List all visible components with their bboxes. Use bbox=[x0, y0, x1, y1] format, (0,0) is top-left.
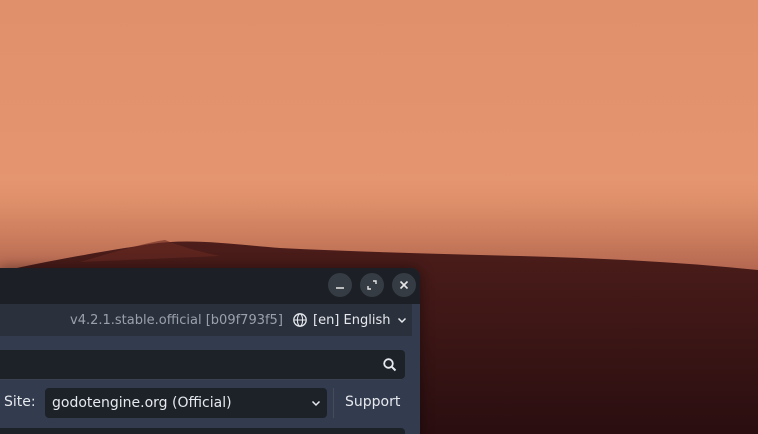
results-area bbox=[0, 428, 405, 434]
maximize-button[interactable] bbox=[360, 273, 384, 297]
window-content: v4.2.1.stable.official [b09f793f5] [en] … bbox=[0, 304, 420, 434]
window-titlebar[interactable] bbox=[0, 268, 420, 304]
desktop-wallpaper: v4.2.1.stable.official [b09f793f5] [en] … bbox=[0, 0, 758, 434]
search-input[interactable] bbox=[0, 350, 370, 380]
toolbar-separator bbox=[333, 388, 334, 418]
support-button[interactable]: Support bbox=[345, 394, 400, 410]
language-label: [en] English bbox=[313, 312, 391, 328]
minimize-button[interactable] bbox=[328, 273, 352, 297]
top-bar: v4.2.1.stable.official [b09f793f5] [en] … bbox=[0, 304, 412, 336]
minimize-icon bbox=[336, 287, 344, 289]
chevron-down-icon bbox=[311, 400, 321, 407]
site-label: Site: bbox=[4, 394, 36, 410]
language-selector[interactable]: [en] English bbox=[292, 308, 408, 332]
site-dropdown[interactable]: godotengine.org (Official) bbox=[45, 388, 327, 418]
close-button[interactable] bbox=[392, 273, 416, 297]
search-field[interactable] bbox=[0, 350, 405, 380]
maximize-icon bbox=[367, 280, 377, 290]
search-icon[interactable] bbox=[382, 357, 398, 373]
version-label: v4.2.1.stable.official [b09f793f5] bbox=[70, 313, 283, 328]
app-window: v4.2.1.stable.official [b09f793f5] [en] … bbox=[0, 268, 420, 434]
globe-icon bbox=[293, 313, 307, 327]
site-selected-value: godotengine.org (Official) bbox=[52, 395, 232, 411]
close-icon bbox=[399, 280, 409, 290]
chevron-down-icon bbox=[398, 317, 407, 324]
